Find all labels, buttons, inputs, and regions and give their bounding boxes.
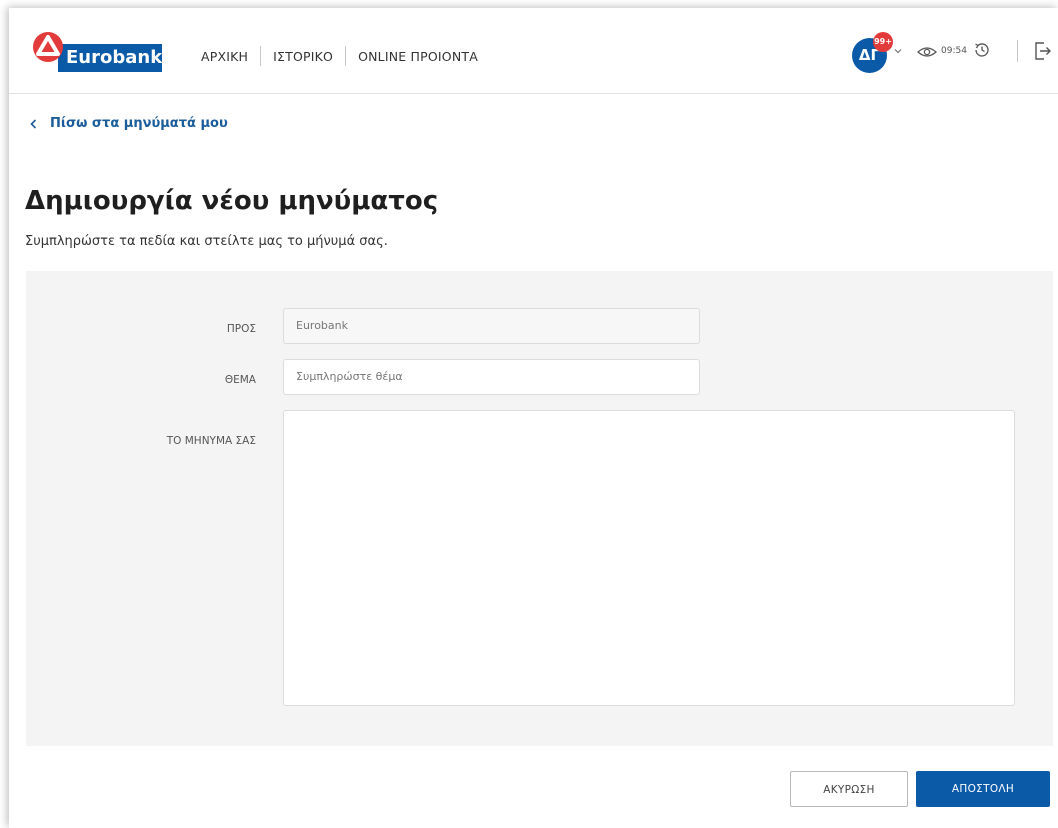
back-to-messages-link[interactable]: Πίσω στα μηνύματά μου (28, 116, 228, 131)
clock-icon[interactable] (973, 41, 991, 59)
chevron-left-icon (30, 118, 37, 129)
subject-placeholder: Συμπληρώστε θέμα (296, 370, 403, 383)
main-nav: ΑΡΧΙΚΗ ΙΣΤΟΡΙΚΟ ONLINE ΠΡΟΙΟΝΤΑ (201, 46, 490, 66)
eurobank-logo-icon (33, 32, 63, 62)
to-field: Eurobank (283, 308, 700, 344)
cancel-button[interactable]: ΑΚΥΡΩΣΗ (790, 771, 908, 807)
message-form: ΠΡΟΣ Eurobank ΘΕΜΑ Συμπληρώστε θέμα ΤΟ Μ… (26, 271, 1053, 746)
send-button[interactable]: ΑΠΟΣΤΟΛΗ (916, 771, 1050, 807)
message-textarea[interactable] (283, 410, 1015, 706)
subject-label: ΘΕΜΑ (224, 374, 256, 386)
nav-item-home[interactable]: ΑΡΧΙΚΗ (201, 49, 260, 64)
notification-badge: 99+ (873, 32, 893, 52)
logo-wordmark: Eurobank (58, 44, 162, 72)
header-divider (1017, 40, 1018, 62)
session-time: 09:54 (941, 46, 967, 56)
logout-icon[interactable] (1034, 41, 1052, 61)
page-title: Δημιουργία νέου μηνύματος (25, 186, 439, 216)
subject-input[interactable]: Συμπληρώστε θέμα (283, 359, 700, 395)
page-subtitle: Συμπληρώστε τα πεδία και στείλτε μας το … (25, 234, 388, 249)
top-header: Eurobank ΑΡΧΙΚΗ ΙΣΤΟΡΙΚΟ ONLINE ΠΡΟΙΟΝΤΑ… (9, 8, 1058, 94)
back-link-label: Πίσω στα μηνύματά μου (50, 116, 228, 131)
message-label: ΤΟ ΜΗΝΥΜΑ ΣΑΣ (166, 435, 256, 447)
user-area: ΔΓ 99+ 09:54 (849, 32, 1054, 73)
nav-item-history[interactable]: ΙΣΤΟΡΙΚΟ (261, 49, 345, 64)
nav-item-online-products[interactable]: ONLINE ΠΡΟΙΟΝΤΑ (346, 49, 490, 64)
to-label: ΠΡΟΣ (226, 323, 256, 335)
eye-icon[interactable] (917, 46, 937, 58)
chevron-down-icon[interactable] (893, 46, 903, 56)
to-value: Eurobank (296, 319, 348, 332)
app-window: Eurobank ΑΡΧΙΚΗ ΙΣΤΟΡΙΚΟ ONLINE ΠΡΟΙΟΝΤΑ… (9, 8, 1058, 828)
eurobank-logo[interactable]: Eurobank (31, 30, 189, 75)
